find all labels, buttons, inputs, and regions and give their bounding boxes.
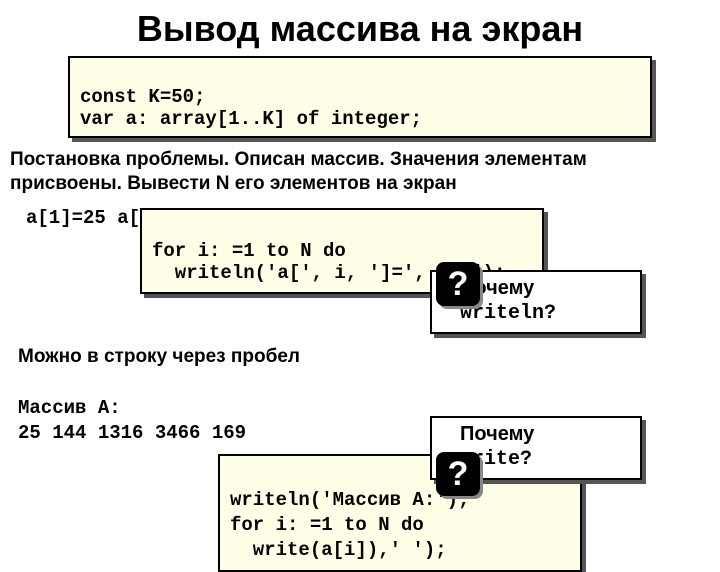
page-title: Вывод массива на экран — [0, 0, 720, 56]
example-row: a[1]=25 a[2]=144 a[3]=1316 a[4]=3466 a[5… — [0, 206, 720, 346]
question-text: Почему — [460, 423, 534, 445]
code-line: for i: =1 to N do — [230, 514, 424, 536]
problem-statement: Постановка проблемы. Описан массив. Знач… — [0, 138, 720, 202]
output-line: Массив A: — [18, 397, 121, 419]
code-declaration: const K=50; var a: array[1..K] of intege… — [68, 56, 652, 138]
code-line: var a: array[1..K] of integer; — [80, 108, 422, 130]
output-line: 25 144 1316 3466 169 — [18, 422, 246, 444]
code-line: const K=50; — [80, 86, 205, 108]
subheading: Можно в строку через пробел — [0, 346, 720, 370]
question-write: ? Почему write? — [448, 460, 660, 480]
code-line: for i: =1 to N do — [152, 240, 346, 262]
question-mark-icon: ? — [436, 452, 480, 496]
question-writeln: ? Почему writeln? — [448, 270, 660, 334]
value-line: a[1]=25 — [26, 207, 106, 229]
code-line: writeln('Массив A:'); — [230, 489, 469, 511]
bottom-row: writeln('Массив A:'); for i: =1 to N do … — [0, 454, 720, 572]
question-mark-icon: ? — [436, 262, 480, 306]
code-line: write(a[i]),' '); — [230, 539, 447, 561]
